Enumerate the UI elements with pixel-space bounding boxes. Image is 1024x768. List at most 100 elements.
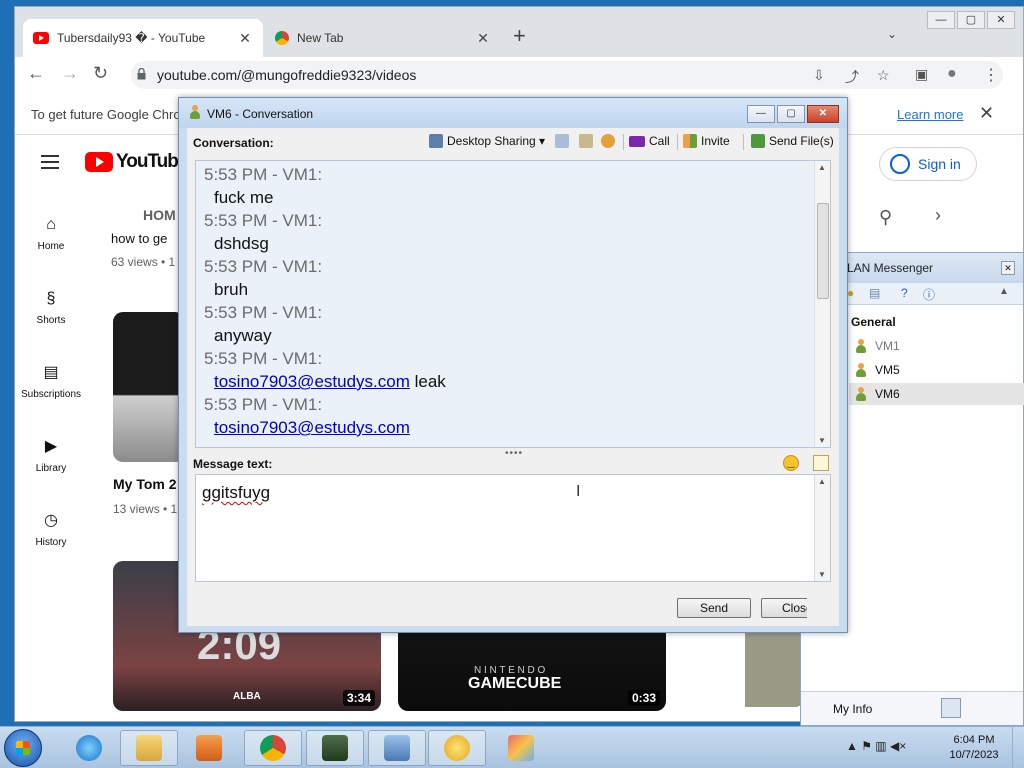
scroll-down-icon[interactable]: ▼ — [818, 436, 826, 445]
tab-close-icon[interactable]: ✕ — [475, 30, 491, 47]
taskbar-media-player[interactable] — [180, 730, 238, 766]
help-icon[interactable]: ? — [901, 286, 908, 300]
forward-button[interactable]: → — [61, 63, 79, 84]
message-text-label: Message text: — [193, 457, 273, 471]
history-icon[interactable] — [555, 134, 569, 148]
group-header[interactable]: General — [851, 315, 896, 329]
taskbar-lan-messenger[interactable] — [428, 730, 486, 766]
call-button[interactable]: Call — [629, 134, 670, 148]
contact-item[interactable]: VM6 — [849, 383, 1024, 405]
email-link[interactable]: tosino7903@estudys.com — [214, 418, 410, 437]
input-scrollbar[interactable]: ▲ ▼ — [814, 475, 830, 581]
broadcast-icon[interactable]: ▤ — [869, 286, 880, 300]
chrome-menu-icon[interactable]: ⋮ — [983, 65, 999, 85]
chevron-right-icon[interactable]: › — [935, 205, 941, 226]
chrome-icon — [260, 735, 286, 761]
contact-item[interactable]: VM5 — [849, 359, 1024, 381]
maximize-button[interactable]: ▢ — [957, 11, 985, 29]
minimize-button[interactable]: — — [747, 105, 775, 123]
tab-close-icon[interactable]: ✕ — [237, 30, 253, 47]
contact-item[interactable]: VM1 — [849, 335, 1024, 357]
show-desktop-button[interactable] — [1012, 727, 1024, 768]
save-icon[interactable] — [579, 134, 593, 148]
back-button[interactable]: ← — [27, 63, 45, 84]
video-duration: 3:34 — [342, 690, 375, 706]
taskbar-chrome[interactable] — [244, 730, 302, 766]
collapse-icon[interactable]: ▲ — [999, 286, 1009, 297]
reload-button[interactable]: ↻ — [93, 63, 108, 84]
message-header: 5:53 PM - VM1: — [204, 211, 323, 230]
chat-log[interactable]: 5:53 PM - VM1: fuck me 5:53 PM - VM1: ds… — [195, 160, 831, 448]
email-link[interactable]: tosino7903@estudys.com — [214, 372, 410, 391]
video-thumbnail[interactable] — [113, 312, 185, 462]
side-panel-icon[interactable]: ▣ — [915, 66, 928, 83]
taskbar-task-manager[interactable] — [306, 730, 364, 766]
tab-search-button[interactable]: ⌄ — [887, 27, 897, 41]
add-group-icon[interactable]: ● — [847, 286, 854, 300]
tab-youtube[interactable]: Tubersdaily93 � - YouTube ✕ — [23, 19, 263, 57]
share-icon[interactable]: ⤴ — [845, 67, 859, 87]
menu-icon[interactable] — [41, 155, 59, 169]
my-info-button[interactable]: My Info — [833, 702, 872, 716]
learn-more-link[interactable]: Learn more — [897, 107, 963, 122]
tab-new-tab[interactable]: New Tab ✕ — [265, 19, 501, 57]
profile-icon[interactable]: ● — [947, 65, 957, 83]
new-tab-button[interactable]: + — [513, 25, 526, 47]
send-files-button[interactable]: Send File(s) — [751, 134, 834, 148]
message-text: bruh — [214, 280, 249, 299]
close-button[interactable]: ✕ — [807, 105, 839, 123]
close-icon[interactable]: ✕ — [1001, 261, 1015, 275]
scroll-up-icon[interactable]: ▲ — [818, 163, 826, 172]
subscriptions-icon: ▤ — [43, 364, 59, 381]
video-title[interactable]: how to ge — [111, 231, 167, 246]
taskbar-network[interactable] — [368, 730, 426, 766]
clock[interactable]: 6:04 PM 10/7/2023 — [944, 733, 1004, 763]
insert-file-icon[interactable] — [813, 455, 829, 471]
tab-home[interactable]: HOM — [143, 207, 176, 223]
invite-button[interactable]: Invite — [683, 134, 730, 148]
taskbar-explorer[interactable] — [120, 730, 178, 766]
close-button[interactable]: Close — [761, 598, 807, 618]
guide-item-subscriptions[interactable]: ▤ Subscriptions — [15, 363, 87, 400]
guide-item-history[interactable]: ◷ History — [15, 511, 87, 548]
status-online-icon[interactable] — [941, 698, 961, 718]
library-icon: ▶ — [44, 438, 58, 455]
history-icon: ◷ — [44, 512, 58, 529]
status-away-icon[interactable] — [965, 698, 985, 718]
status-offline-icon[interactable] — [989, 698, 1009, 718]
sign-in-button[interactable]: Sign in — [879, 147, 977, 181]
scrollbar-thumb[interactable] — [817, 203, 829, 299]
address-bar[interactable]: youtube.com/@mungofreddie9323/videos ⇩ ⤴… — [131, 61, 1003, 89]
scroll-up-icon[interactable]: ▲ — [818, 477, 826, 486]
send-button[interactable]: Send — [677, 598, 751, 618]
message-text: tosino7903@estudys.com — [196, 416, 816, 439]
guide-item-home[interactable]: ⌂ Home — [15, 215, 87, 252]
splitter-handle[interactable]: •••• — [505, 448, 523, 459]
taskbar-ie[interactable] — [60, 730, 118, 766]
conversation-titlebar[interactable]: VM6 - Conversation — ▢ ✕ — [179, 98, 847, 128]
scroll-down-icon[interactable]: ▼ — [818, 570, 826, 579]
video-title[interactable]: My Tom 2 — [113, 476, 177, 492]
minimize-button[interactable]: — — [927, 11, 955, 29]
guide-item-shorts[interactable]: § Shorts — [15, 289, 87, 326]
video-meta: 63 views • 1 — [111, 255, 176, 269]
chat-scrollbar[interactable]: ▲ ▼ — [814, 161, 830, 447]
channel-search-icon[interactable]: ⚲ — [879, 207, 892, 228]
taskbar-paint[interactable] — [492, 730, 550, 766]
guide-item-library[interactable]: ▶ Library — [15, 437, 87, 474]
emoticon-icon[interactable]: ‿ — [783, 455, 799, 471]
install-icon[interactable]: ⇩ — [813, 67, 825, 84]
system-tray-icons[interactable]: ▲ ⚑ ▥ ◀× — [846, 739, 906, 753]
message-input[interactable]: ggitsfuyg I ▲ ▼ — [195, 474, 831, 582]
maximize-button[interactable]: ▢ — [777, 105, 805, 123]
bookmark-star-icon[interactable]: ☆ — [877, 67, 890, 84]
close-button[interactable]: ✕ — [987, 11, 1015, 29]
toolbar-separator — [623, 134, 624, 150]
desktop-sharing-button[interactable]: Desktop Sharing ▾ — [429, 134, 545, 148]
infobar-close-icon[interactable]: ✕ — [979, 103, 994, 124]
nudge-icon[interactable] — [601, 134, 615, 148]
info-icon[interactable]: ⓘ — [923, 286, 935, 303]
start-button[interactable] — [4, 729, 42, 767]
thumbnail-brand: GAMECUBE — [468, 675, 562, 692]
youtube-logo[interactable]: YouTube — [85, 151, 188, 173]
